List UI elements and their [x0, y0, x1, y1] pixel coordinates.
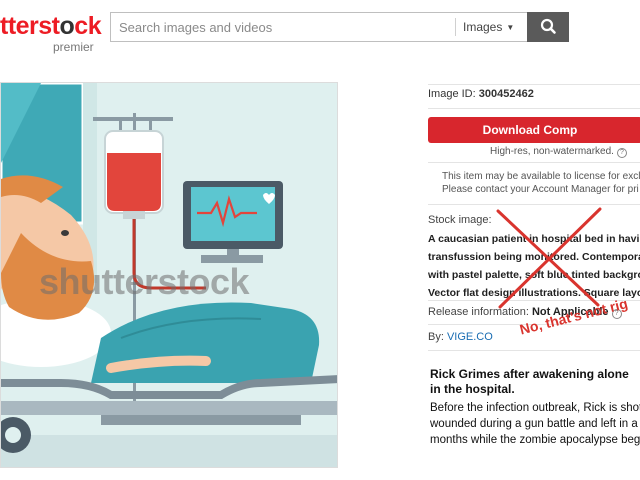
logo-premier-label: premier: [53, 40, 94, 54]
caption-title: Rick Grimes after awakening alone in the…: [430, 367, 629, 397]
license-note: This item may be available to license fo…: [442, 170, 640, 196]
caption-body-line: Before the infection outbreak, Rick is s…: [430, 402, 640, 414]
download-comp-button[interactable]: Download Comp: [428, 117, 640, 143]
search-type-label: Images: [463, 20, 503, 34]
caption-title-line: in the hospital.: [430, 382, 515, 396]
download-comp-label: Download Comp: [482, 123, 578, 137]
license-note-line: Please contact your Account Manager for …: [442, 184, 639, 195]
description-line: A caucasian patient in hospital bed in h…: [428, 233, 640, 245]
author-row: By: VIGE.CO: [428, 331, 493, 343]
search-input[interactable]: [111, 13, 455, 41]
caption-body: Before the infection outbreak, Rick is s…: [430, 400, 640, 448]
license-note-line: This item may be available to license fo…: [442, 171, 640, 182]
search-icon: [540, 18, 556, 34]
logo-wordmark: tterstock: [0, 12, 102, 40]
image-id-label: Image ID:: [428, 88, 476, 100]
divider: [428, 350, 640, 351]
image-id-row: Image ID: 300452462: [428, 88, 534, 100]
chevron-down-icon: ▼: [506, 23, 515, 32]
shutterstock-logo[interactable]: tterstock premier: [0, 12, 102, 56]
hires-note-row: High-res, non-watermarked.?: [490, 146, 627, 158]
hires-note: High-res, non-watermarked.: [490, 146, 614, 157]
caption-body-line: wounded during a gun battle and left in …: [430, 418, 640, 430]
divider: [428, 162, 640, 163]
search-divider: [455, 18, 456, 36]
divider: [428, 108, 640, 109]
stock-image-description: A caucasian patient in hospital bed in h…: [428, 230, 640, 302]
divider: [428, 84, 640, 85]
divider: [428, 204, 640, 205]
release-info-label: Release information:: [428, 306, 529, 318]
help-icon[interactable]: ?: [616, 148, 627, 158]
image-info-panel: Image ID: 300452462 Download Comp High-r…: [428, 84, 640, 480]
image-id-value: 300452462: [478, 88, 534, 100]
description-line: transfussion being monitored. Contempora…: [428, 251, 640, 263]
stock-image-label: Stock image:: [428, 214, 492, 226]
caption-body-line: months while the zombie apocalypse begu: [430, 434, 640, 446]
caption-title-line: Rick Grimes after awakening alone: [430, 367, 629, 381]
image-preview[interactable]: shutterstock: [0, 82, 338, 468]
watermark-text: shutterstock: [39, 261, 250, 302]
author-link[interactable]: VIGE.CO: [447, 331, 493, 343]
search-bar: Images▼: [110, 12, 569, 42]
author-label: By:: [428, 331, 444, 343]
search-button[interactable]: [527, 12, 569, 42]
description-line: with pastel palette, soft blue tinted ba…: [428, 269, 640, 281]
search-type-dropdown[interactable]: Images ▼: [463, 13, 525, 41]
